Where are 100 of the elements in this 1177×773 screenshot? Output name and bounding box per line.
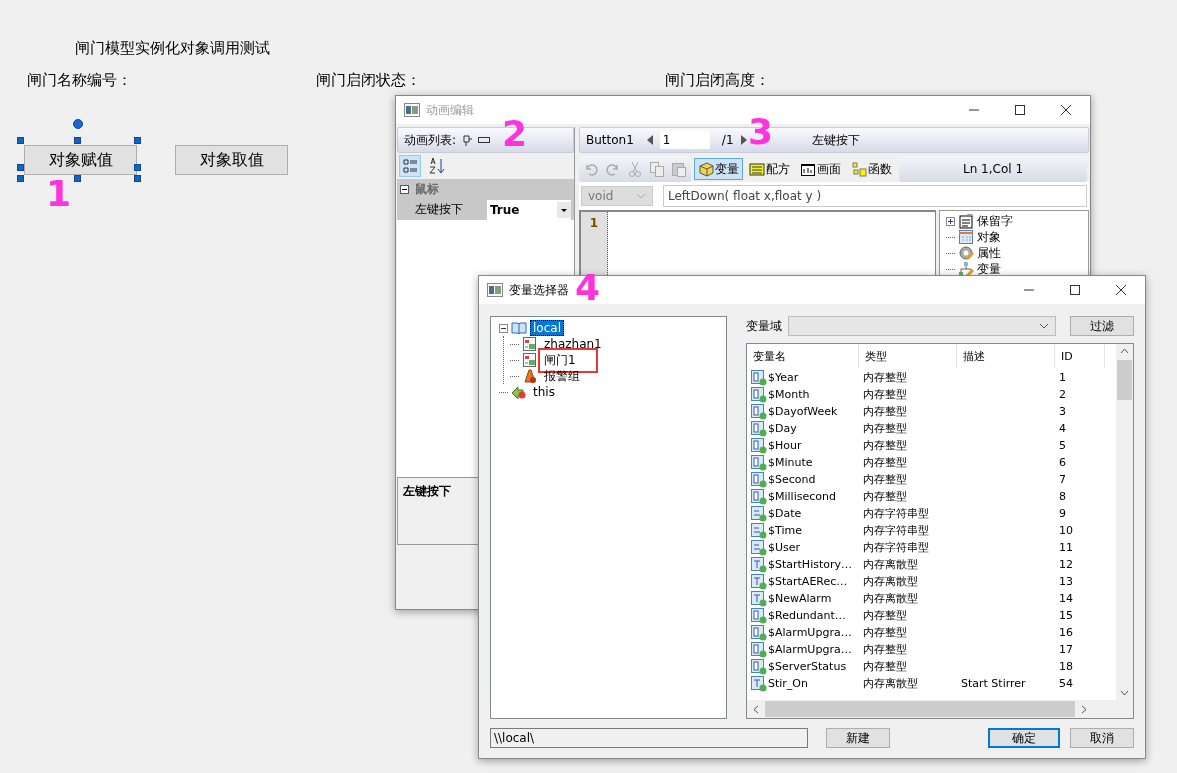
tool-tab[interactable]: 函数 bbox=[847, 158, 896, 180]
picture-file-icon bbox=[522, 336, 538, 352]
list-icon bbox=[749, 161, 765, 177]
variable-id: 3 bbox=[1058, 405, 1067, 418]
collapse-icon[interactable] bbox=[499, 323, 508, 333]
page-total: /1 bbox=[721, 133, 734, 147]
cube-icon bbox=[698, 161, 714, 177]
dropdown-icon bbox=[557, 201, 571, 218]
string-variable-icon bbox=[751, 522, 767, 539]
vertical-scrollbar[interactable] bbox=[1116, 344, 1133, 700]
variable-id: 2 bbox=[1058, 388, 1067, 401]
scrollbar-thumb[interactable] bbox=[765, 701, 1075, 717]
column-header[interactable]: ID bbox=[1055, 344, 1105, 368]
tree-item[interactable]: zhazhan1 bbox=[541, 336, 605, 352]
tree-item[interactable]: 对象 bbox=[977, 228, 1001, 246]
tree-item[interactable]: local bbox=[530, 320, 564, 336]
previous-icon[interactable] bbox=[645, 134, 654, 146]
variable-type: 内存整型 bbox=[862, 455, 908, 470]
discrete-variable-icon bbox=[751, 675, 767, 692]
close-icon bbox=[1060, 104, 1072, 116]
discrete-variable-icon bbox=[751, 590, 767, 607]
picture-file-icon bbox=[522, 352, 538, 368]
variable-id: 7 bbox=[1058, 473, 1067, 486]
tree-item[interactable]: 变量 bbox=[977, 260, 1001, 278]
pin-icon bbox=[462, 134, 473, 146]
variable-type: 内存整型 bbox=[862, 387, 908, 402]
window-title: 变量选择器 bbox=[509, 281, 569, 299]
variable-id: 17 bbox=[1058, 643, 1074, 656]
variable-id: 16 bbox=[1058, 626, 1074, 639]
chevron-left-icon bbox=[753, 704, 759, 714]
variable-type: 内存字符串型 bbox=[862, 540, 930, 555]
page-field[interactable]: 1 bbox=[659, 131, 710, 149]
event-name: 左键按下 bbox=[811, 131, 860, 149]
variable-name: $Date bbox=[768, 507, 802, 520]
line-number: 1 bbox=[589, 216, 599, 230]
next-icon[interactable] bbox=[739, 134, 748, 146]
column-header[interactable]: 描述 bbox=[957, 344, 1055, 368]
sort-az-icon[interactable] bbox=[429, 157, 445, 175]
scrollbar-thumb[interactable] bbox=[1117, 360, 1132, 400]
form-button[interactable]: 对象赋值 bbox=[24, 145, 137, 175]
path-field[interactable]: \\local\ bbox=[490, 728, 808, 748]
annotation-number: 2 bbox=[502, 118, 528, 151]
variable-type: 内存字符串型 bbox=[862, 523, 930, 538]
variable-name: Stir_On bbox=[768, 677, 808, 690]
arrow-icon bbox=[511, 384, 527, 400]
discrete-variable-icon bbox=[751, 556, 767, 573]
dialog-button[interactable]: 新建 bbox=[826, 728, 890, 748]
int-variable-icon bbox=[751, 386, 767, 403]
variable-type: 内存整型 bbox=[862, 489, 908, 504]
variable-type: 内存离散型 bbox=[862, 557, 919, 572]
variable-type: 内存整型 bbox=[862, 608, 908, 623]
chevron-right-icon bbox=[1081, 704, 1087, 714]
string-variable-icon bbox=[751, 539, 767, 556]
variable-type: 内存字符串型 bbox=[862, 506, 930, 521]
variable-type: 内存离散型 bbox=[862, 574, 919, 589]
selection-handles[interactable] bbox=[17, 119, 141, 182]
form-button[interactable]: 对象取值 bbox=[175, 145, 288, 175]
column-header[interactable]: 变量名 bbox=[747, 344, 859, 368]
tool-tab[interactable]: 配方 bbox=[745, 158, 794, 180]
window-title: 动画编辑 bbox=[426, 101, 474, 119]
categorized-icon[interactable] bbox=[399, 155, 421, 177]
int-variable-icon bbox=[751, 437, 767, 454]
variable-description: Start Stirrer bbox=[960, 677, 1027, 690]
scope-dropdown[interactable] bbox=[788, 316, 1056, 336]
tool-tab[interactable]: 画面 bbox=[796, 158, 845, 180]
dialog-button[interactable]: 取消 bbox=[1070, 728, 1134, 748]
bell-icon bbox=[522, 368, 538, 384]
annotation-number: 3 bbox=[748, 116, 774, 149]
variable-id: 13 bbox=[1058, 575, 1074, 588]
property-name: 左键按下 bbox=[414, 201, 464, 218]
collapse-icon[interactable] bbox=[400, 184, 409, 194]
int-variable-icon bbox=[751, 420, 767, 437]
tree-item[interactable]: 保留字 bbox=[977, 212, 1013, 230]
chevron-down-icon bbox=[636, 193, 646, 199]
variable-name: $NewAlarm bbox=[768, 592, 832, 605]
tool-tab[interactable]: 变量 bbox=[694, 158, 743, 180]
variable-name: $Year bbox=[768, 371, 799, 384]
int-variable-icon bbox=[751, 369, 767, 386]
filter-button[interactable]: 过滤 bbox=[1070, 316, 1134, 336]
chevron-down-icon bbox=[1039, 323, 1049, 329]
variable-id: 4 bbox=[1058, 422, 1067, 435]
variable-id: 8 bbox=[1058, 490, 1067, 503]
signature-field: LeftDown( float x,float y ) bbox=[663, 185, 1087, 207]
form-label: 闸门启闭高度： bbox=[665, 71, 770, 90]
variable-type: 内存整型 bbox=[862, 421, 908, 436]
property-dropdown[interactable]: True bbox=[487, 199, 571, 220]
variable-id: 12 bbox=[1058, 558, 1074, 571]
expand-icon[interactable] bbox=[946, 216, 955, 226]
int-variable-icon bbox=[751, 641, 767, 658]
column-header[interactable]: 类型 bbox=[859, 344, 957, 368]
variable-name: $Month bbox=[768, 388, 810, 401]
variable-id: 10 bbox=[1058, 524, 1074, 537]
horizontal-scrollbar[interactable] bbox=[747, 700, 1133, 718]
tree-item[interactable]: this bbox=[530, 384, 558, 400]
variable-name: $DayofWeek bbox=[768, 405, 838, 418]
variable-id: 5 bbox=[1058, 439, 1067, 452]
variable-id: 9 bbox=[1058, 507, 1067, 520]
tree-item[interactable]: 属性 bbox=[977, 244, 1001, 262]
dialog-button[interactable]: 确定 bbox=[988, 728, 1060, 748]
annotation-number: 4 bbox=[575, 272, 601, 305]
